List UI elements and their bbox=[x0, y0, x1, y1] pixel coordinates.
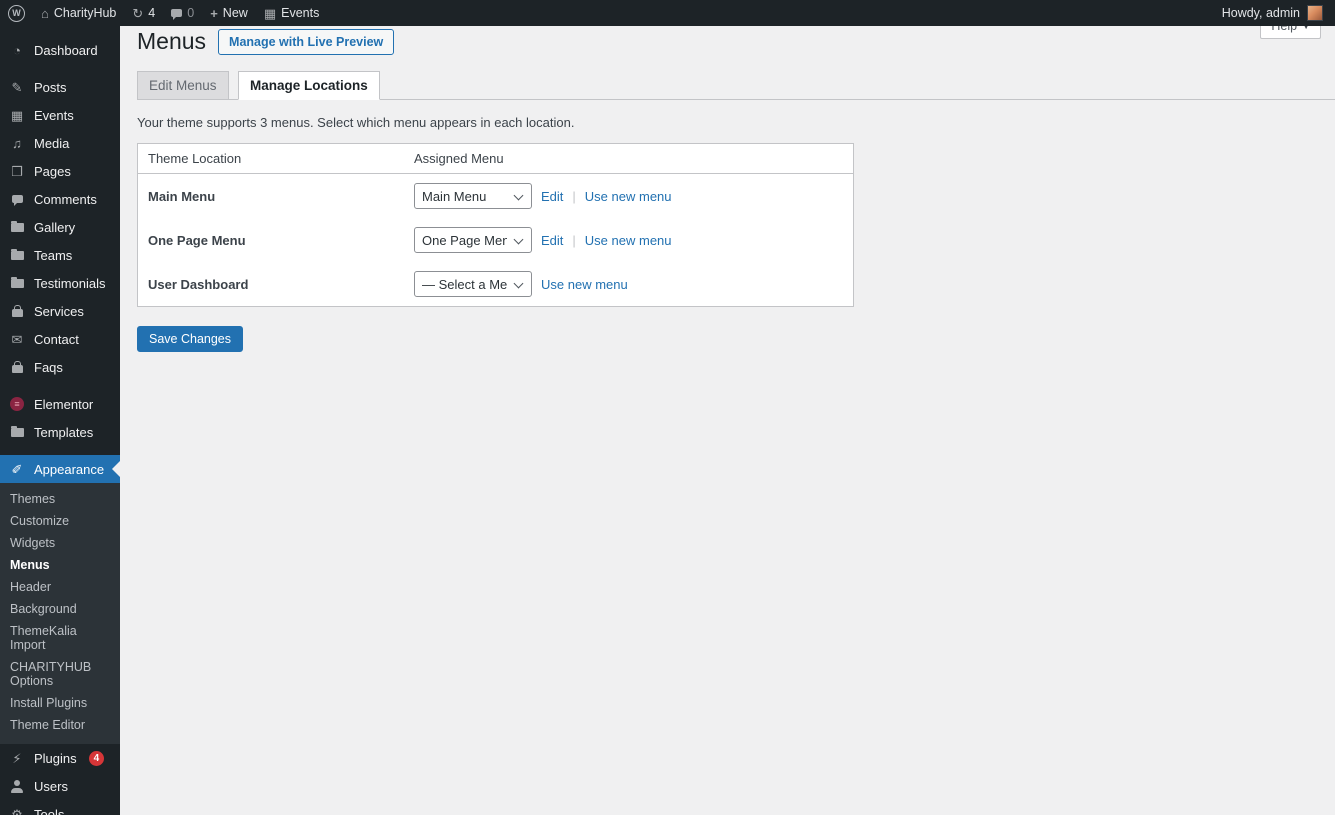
edit-menu-link[interactable]: Edit bbox=[541, 189, 563, 204]
adminbar-comments[interactable]: 0 bbox=[171, 6, 194, 20]
updates-icon: ↻ bbox=[132, 7, 143, 20]
sidebar-item-contact[interactable]: ✉ Contact bbox=[0, 325, 120, 353]
calendar-icon: ▦ bbox=[264, 7, 276, 20]
wordpress-logo-icon[interactable]: W bbox=[8, 5, 25, 22]
brush-icon: ✐ bbox=[8, 461, 26, 477]
sidebar-separator bbox=[0, 64, 120, 73]
admin-sidebar: ◔ Dashboard ✎ Posts ▦ Events ♫ Media ❒ P… bbox=[0, 26, 120, 815]
sidebar-item-templates[interactable]: Templates bbox=[0, 418, 120, 446]
media-icon: ♫ bbox=[8, 135, 26, 151]
bag-icon bbox=[8, 359, 26, 375]
admin-bar: W ⌂ CharityHub ↻ 4 0 + New ▦ Events Howd… bbox=[0, 0, 1335, 26]
sidebar-separator bbox=[0, 446, 120, 455]
column-assigned-menu: Assigned Menu bbox=[414, 151, 843, 166]
manage-live-preview-button[interactable]: Manage with Live Preview bbox=[218, 29, 394, 55]
pushpin-icon: ✎ bbox=[8, 79, 26, 95]
sidebar-item-faqs[interactable]: Faqs bbox=[0, 353, 120, 381]
location-label: One Page Menu bbox=[148, 233, 414, 248]
sidebar-item-testimonials[interactable]: Testimonials bbox=[0, 269, 120, 297]
link-separator: | bbox=[572, 189, 575, 204]
link-separator: | bbox=[572, 233, 575, 248]
adminbar-account[interactable]: Howdy, admin bbox=[1222, 5, 1323, 21]
assigned-menu-select[interactable]: — Select a Menu — bbox=[414, 271, 532, 297]
sidebar-item-events[interactable]: ▦ Events bbox=[0, 101, 120, 129]
submenu-item-customize[interactable]: Customize bbox=[0, 510, 120, 532]
sidebar-item-pages[interactable]: ❒ Pages bbox=[0, 157, 120, 185]
avatar bbox=[1307, 5, 1323, 21]
folder-icon bbox=[8, 247, 26, 263]
comment-bubble-icon bbox=[171, 9, 182, 17]
sidebar-item-appearance[interactable]: ✐ Appearance bbox=[0, 455, 120, 483]
sidebar-item-services[interactable]: Services bbox=[0, 297, 120, 325]
sidebar-item-comments[interactable]: Comments bbox=[0, 185, 120, 213]
tab-manage-locations[interactable]: Manage Locations bbox=[238, 71, 380, 100]
envelope-icon: ✉ bbox=[8, 331, 26, 347]
wrench-icon: ⚙ bbox=[8, 806, 26, 815]
use-new-menu-link[interactable]: Use new menu bbox=[541, 277, 628, 292]
submenu-item-background[interactable]: Background bbox=[0, 598, 120, 620]
submenu-item-themekalia-import[interactable]: ThemeKalia Import bbox=[0, 620, 120, 656]
main-content: Help ▼ Menus Manage with Live Preview Ed… bbox=[120, 0, 1335, 352]
submenu-item-widgets[interactable]: Widgets bbox=[0, 532, 120, 554]
sidebar-item-users[interactable]: Users bbox=[0, 772, 120, 800]
home-icon: ⌂ bbox=[41, 7, 49, 20]
tab-bar: Edit Menus Manage Locations bbox=[137, 71, 1335, 100]
folder-icon bbox=[8, 275, 26, 291]
submenu-item-menus[interactable]: Menus bbox=[0, 554, 120, 576]
sidebar-item-gallery[interactable]: Gallery bbox=[0, 213, 120, 241]
sidebar-item-elementor[interactable]: ≡ Elementor bbox=[0, 390, 120, 418]
theme-support-description: Your theme supports 3 menus. Select whic… bbox=[137, 115, 1315, 130]
adminbar-site-name[interactable]: ⌂ CharityHub bbox=[41, 6, 116, 20]
plugins-update-badge: 4 bbox=[89, 751, 105, 766]
howdy-text: Howdy, admin bbox=[1222, 6, 1300, 20]
sidebar-item-posts[interactable]: ✎ Posts bbox=[0, 73, 120, 101]
menu-locations-table: Theme Location Assigned Menu Main Menu M… bbox=[137, 143, 854, 307]
submenu-item-charityhub-options[interactable]: CHARITYHUB Options bbox=[0, 656, 120, 692]
adminbar-new[interactable]: + New bbox=[210, 6, 248, 20]
pages-icon: ❒ bbox=[8, 163, 26, 179]
assigned-menu-select[interactable]: Main Menu bbox=[414, 183, 532, 209]
submenu-item-themes[interactable]: Themes bbox=[0, 488, 120, 510]
assigned-menu-select[interactable]: One Page Menu bbox=[414, 227, 532, 253]
table-row: Main Menu Main Menu Edit | Use new menu bbox=[138, 174, 853, 218]
sidebar-item-media[interactable]: ♫ Media bbox=[0, 129, 120, 157]
sidebar-item-dashboard[interactable]: ◔ Dashboard bbox=[0, 36, 120, 64]
user-icon bbox=[8, 778, 26, 794]
table-header: Theme Location Assigned Menu bbox=[138, 144, 853, 174]
submenu-item-theme-editor[interactable]: Theme Editor bbox=[0, 714, 120, 736]
sidebar-item-tools[interactable]: ⚙ Tools bbox=[0, 800, 120, 815]
page-title: Menus bbox=[137, 28, 206, 55]
calendar-icon: ▦ bbox=[8, 107, 26, 123]
sidebar-item-plugins[interactable]: ⚡ Plugins 4 bbox=[0, 744, 120, 772]
location-label: User Dashboard bbox=[148, 277, 414, 292]
location-label: Main Menu bbox=[148, 189, 414, 204]
folder-icon bbox=[8, 219, 26, 235]
gauge-icon: ◔ bbox=[8, 42, 26, 58]
sidebar-item-teams[interactable]: Teams bbox=[0, 241, 120, 269]
assigned-menu-select-wrap: — Select a Menu — bbox=[414, 271, 532, 297]
submenu-item-header[interactable]: Header bbox=[0, 576, 120, 598]
bag-icon bbox=[8, 303, 26, 319]
assigned-menu-select-wrap: One Page Menu bbox=[414, 227, 532, 253]
use-new-menu-link[interactable]: Use new menu bbox=[585, 233, 672, 248]
plug-icon: ⚡ bbox=[8, 750, 26, 766]
adminbar-updates[interactable]: ↻ 4 bbox=[132, 6, 155, 20]
column-theme-location: Theme Location bbox=[148, 151, 414, 166]
submenu-item-install-plugins[interactable]: Install Plugins bbox=[0, 692, 120, 714]
appearance-submenu: Themes Customize Widgets Menus Header Ba… bbox=[0, 483, 120, 744]
comment-icon bbox=[8, 191, 26, 207]
edit-menu-link[interactable]: Edit bbox=[541, 233, 563, 248]
adminbar-events[interactable]: ▦ Events bbox=[264, 6, 320, 20]
folder-open-icon bbox=[8, 424, 26, 440]
elementor-icon: ≡ bbox=[8, 396, 26, 412]
use-new-menu-link[interactable]: Use new menu bbox=[585, 189, 672, 204]
save-changes-button[interactable]: Save Changes bbox=[137, 326, 243, 352]
sidebar-separator bbox=[0, 381, 120, 390]
table-row: One Page Menu One Page Menu Edit | Use n… bbox=[138, 218, 853, 262]
assigned-menu-select-wrap: Main Menu bbox=[414, 183, 532, 209]
table-row: User Dashboard — Select a Menu — Use new… bbox=[138, 262, 853, 306]
tab-edit-menus[interactable]: Edit Menus bbox=[137, 71, 229, 100]
plus-icon: + bbox=[210, 7, 218, 20]
